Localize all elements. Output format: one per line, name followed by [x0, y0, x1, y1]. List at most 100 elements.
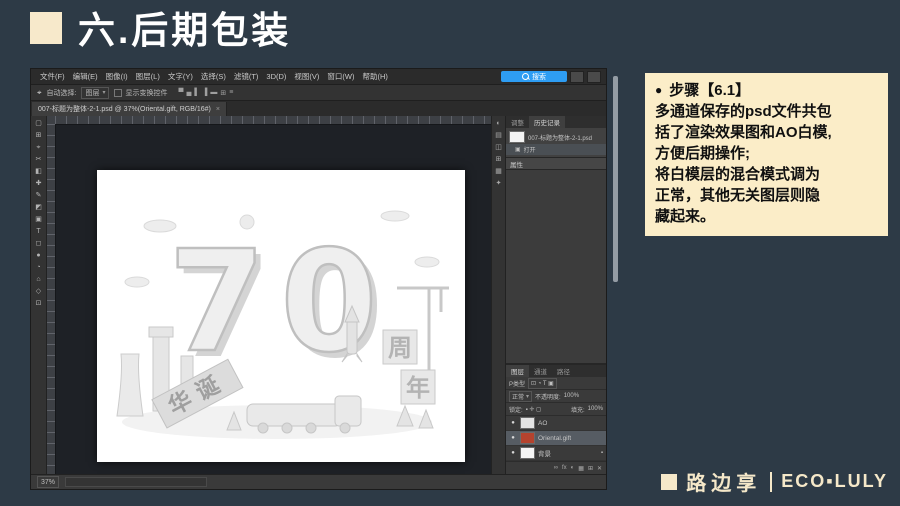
blend-mode-dropdown[interactable]: 正常 ▾: [509, 390, 533, 402]
document-tab[interactable]: 007-标题为整体-2-1.psd @ 37%(Oriental.gift, R…: [32, 102, 227, 116]
tool-icon-12[interactable]: ◔: [36, 262, 40, 273]
snapshot-name: 007-标题为整体-2-1.psd: [528, 135, 593, 142]
canvas-area[interactable]: 7 0 7 0 周 年 华诞: [47, 116, 491, 474]
lock-bar: 锁定: ▪ ✛ ◻ 填充: 100%: [506, 403, 606, 416]
tool-icon-2[interactable]: ⌖: [37, 142, 41, 153]
svg-text:7: 7: [168, 221, 265, 384]
align-icon-5[interactable]: ⊞: [220, 89, 226, 97]
menu-item-9[interactable]: 窗口(W): [323, 71, 358, 82]
document-tab-bar: 007-标题为整体-2-1.psd @ 37%(Oriental.gift, R…: [31, 101, 606, 116]
align-icon-3[interactable]: ▐: [202, 89, 207, 97]
panel-icon-1[interactable]: ▤: [495, 131, 502, 139]
layer-name: 背景: [538, 451, 551, 458]
layers-footer-icon-2[interactable]: ◐: [571, 465, 575, 471]
tool-icon-3[interactable]: ✂: [36, 154, 42, 165]
panel-icon-2[interactable]: ◫: [495, 143, 502, 151]
layers-footer-icon-5[interactable]: ✕: [597, 465, 602, 472]
blend-mode-bar: 正常 ▾ 不透明度: 100%: [506, 390, 606, 403]
workspace-switcher-button[interactable]: [570, 70, 584, 83]
layer-row-Oriental.gift[interactable]: ● Oriental.gift: [506, 431, 606, 446]
layers-footer-icon-3[interactable]: ▦: [578, 465, 584, 472]
align-icon-0[interactable]: ▀: [178, 89, 183, 97]
panel-icon-4[interactable]: ▦: [495, 167, 502, 175]
menu-item-3[interactable]: 图层(L): [132, 71, 164, 82]
search-box[interactable]: 搜索: [501, 71, 567, 82]
layer-row-AO[interactable]: ● AO: [506, 416, 606, 431]
document-artboard[interactable]: 7 0 7 0 周 年 华诞: [97, 170, 465, 462]
layers-tab-0[interactable]: 图层: [506, 365, 529, 377]
properties-title: 属性: [510, 161, 523, 169]
close-tab-icon[interactable]: ×: [216, 106, 220, 113]
layers-tab-2[interactable]: 路径: [552, 365, 575, 377]
align-icons: ▀ ▄ ▌ ▐ ▬ ⊞ ≡: [178, 89, 233, 97]
toolbar: ▢ ⊞ ⌖ ✂ ◧ ✚ ✎ ◩ ▣ T ◻ ● ◔ ⌂ ◇ ⊡: [31, 116, 47, 474]
opacity-label: 不透明度:: [535, 394, 561, 401]
blend-mode-value: 正常: [512, 394, 525, 401]
align-icon-4[interactable]: ▬: [210, 89, 217, 97]
tool-icon-5[interactable]: ✚: [36, 178, 42, 189]
tool-icon-9[interactable]: T: [36, 226, 40, 237]
opacity-value[interactable]: 100%: [564, 393, 579, 399]
history-tab-0[interactable]: 调整: [506, 116, 529, 128]
align-icon-6[interactable]: ≡: [229, 89, 233, 97]
layers-footer-icon-0[interactable]: ∞: [554, 465, 558, 471]
zoom-level[interactable]: 37%: [37, 476, 60, 488]
show-transform-checkbox[interactable]: 显示变换控件: [114, 88, 167, 98]
panel-icon-0[interactable]: ◐: [496, 120, 500, 127]
lock-icons[interactable]: ▪ ✛ ◻: [526, 406, 541, 413]
panel-icon-5[interactable]: ✦: [496, 179, 502, 187]
history-panel: 007-标题为整体-2-1.psd ▣ 打开: [506, 128, 606, 158]
history-snapshot[interactable]: 007-标题为整体-2-1.psd: [506, 130, 606, 144]
layers-footer-icon-1[interactable]: fx: [562, 465, 567, 471]
filter-type-label[interactable]: P类型: [509, 379, 525, 388]
tool-icon-11[interactable]: ●: [36, 250, 40, 261]
layers-footer-icon-4[interactable]: ⊞: [588, 465, 593, 472]
chevron-down-icon: ▾: [102, 90, 106, 96]
menu-item-4[interactable]: 文字(Y): [164, 71, 197, 82]
panel-icon-3[interactable]: ⊞: [496, 155, 502, 163]
photoshop-window: 文件(F) 编辑(E) 图像(I) 图层(L) 文字(Y) 选择(S) 滤镜(T) 3D(D)…: [30, 68, 607, 490]
tool-icon-10[interactable]: ◻: [36, 238, 42, 249]
menu-item-5[interactable]: 选择(S): [197, 71, 230, 82]
align-icon-2[interactable]: ▌: [194, 89, 199, 97]
move-tool-icon: ⌖: [37, 87, 42, 97]
visibility-eye-icon[interactable]: ●: [509, 435, 517, 441]
visibility-eye-icon[interactable]: ●: [509, 420, 517, 426]
menu-item-0[interactable]: 文件(F): [36, 71, 69, 82]
menu-item-6[interactable]: 滤镜(T): [230, 71, 263, 82]
layer-thumbnail: [520, 417, 535, 429]
window-controls-button[interactable]: [587, 70, 601, 83]
fill-label: 填充:: [570, 407, 585, 414]
deck-scrollbar[interactable]: [613, 76, 618, 282]
layers-tab-1[interactable]: 通道: [529, 365, 552, 377]
history-tab-1[interactable]: 历史记录: [529, 116, 565, 128]
visibility-eye-icon[interactable]: ●: [509, 450, 517, 456]
history-entry-0[interactable]: ▣ 打开: [506, 144, 606, 155]
fill-value[interactable]: 100%: [588, 406, 603, 412]
layer-thumbnail: [520, 432, 535, 444]
menu-item-1[interactable]: 编辑(E): [69, 71, 102, 82]
lock-icon: ▪: [600, 450, 603, 456]
menu-item-10[interactable]: 帮助(H): [359, 71, 392, 82]
align-icon-1[interactable]: ▄: [186, 89, 191, 97]
tool-icon-7[interactable]: ◩: [35, 202, 42, 213]
auto-select-dropdown[interactable]: 图层 ▾: [81, 86, 110, 99]
show-transform-label: 显示变换控件: [125, 89, 168, 97]
tool-icon-13[interactable]: ⌂: [36, 274, 40, 285]
document-title: 007-标题为整体-2-1.psd @ 37%(Oriental.gift, R…: [38, 106, 211, 113]
footer-brand: 路边享: [686, 473, 762, 495]
chevron-down-icon: ▾: [526, 393, 530, 400]
tool-icon-15[interactable]: ⊡: [36, 298, 42, 309]
menu-item-8[interactable]: 视图(V): [290, 71, 323, 82]
title-accent-square: [30, 12, 62, 44]
layer-row-背景[interactable]: ● 背景 ▪: [506, 446, 606, 461]
snapshot-thumbnail: [509, 131, 525, 143]
tool-icon-14[interactable]: ◇: [36, 286, 41, 297]
menu-item-7[interactable]: 3D(D): [262, 72, 290, 81]
tool-icon-1[interactable]: ⊞: [36, 130, 42, 141]
tool-icon-6[interactable]: ✎: [36, 190, 42, 201]
tool-icon-4[interactable]: ◧: [35, 166, 42, 177]
tool-icon-8[interactable]: ▣: [35, 214, 42, 225]
menu-item-2[interactable]: 图像(I): [102, 71, 132, 82]
tool-icon-0[interactable]: ▢: [35, 118, 42, 129]
